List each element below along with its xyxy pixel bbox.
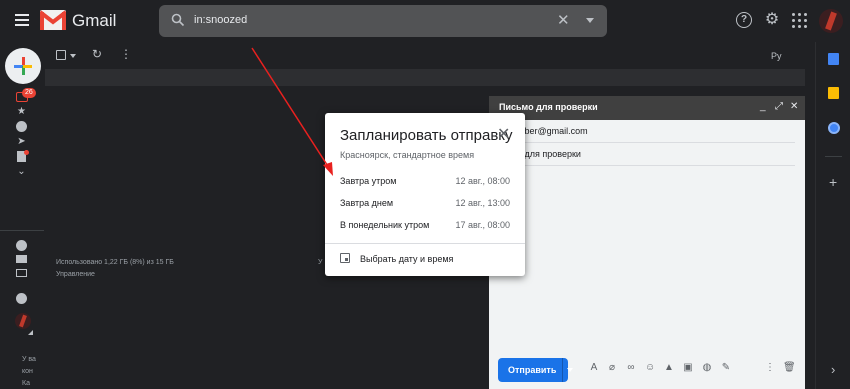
compose-title: Письмо для проверки [499, 102, 598, 112]
schedule-option[interactable]: Завтра утром 12 авг., 08:00 [325, 170, 525, 192]
add-addon-icon[interactable]: + [829, 174, 837, 190]
snoozed-icon[interactable] [16, 121, 27, 132]
emoji-icon[interactable]: ☺ [645, 363, 655, 373]
hangouts-icon[interactable] [16, 240, 27, 251]
refresh-icon[interactable]: ↻ [92, 47, 102, 61]
chevron-right-icon[interactable]: › [831, 362, 835, 377]
main-menu-button[interactable] [12, 11, 32, 31]
close-icon[interactable]: ✕ [790, 101, 798, 112]
compose-button[interactable] [5, 48, 41, 84]
more-options-icon[interactable]: ⋮ [765, 363, 775, 373]
compose-window: Письмо для проверки _ ⤢ ✕ ...ber@gmail.c… [489, 96, 805, 389]
schedule-send-dropdown-icon[interactable] [567, 368, 573, 372]
tasks-icon[interactable] [828, 122, 840, 134]
dialog-divider [325, 243, 525, 244]
photo-icon[interactable]: ▣ [683, 363, 693, 373]
sent-icon[interactable]: ➤ [16, 136, 27, 147]
help-icon[interactable]: ? [736, 12, 752, 28]
signature-icon[interactable]: ✎ [721, 363, 731, 373]
select-dropdown-icon[interactable] [70, 54, 76, 58]
gmail-logo-icon [40, 10, 66, 30]
account-avatar[interactable] [819, 9, 843, 33]
storage-usage: Использовано 1,22 ГБ (8%) из 15 ГБ [56, 259, 174, 266]
clear-search-icon[interactable]: ✕ [557, 11, 570, 29]
timezone-label: Красноярск, стандартное время [340, 150, 475, 160]
search-bar[interactable]: in:snoozed ✕ [159, 5, 607, 37]
field-divider [499, 142, 795, 143]
schedule-option-label: Завтра утром [340, 176, 397, 186]
confidential-icon[interactable]: ◍ [702, 363, 712, 373]
minimize-icon[interactable]: _ [760, 101, 766, 112]
footer-fragment: У [318, 259, 323, 266]
dialog-title: Запланировать отправку [340, 127, 513, 144]
apps-grid-icon[interactable] [791, 12, 807, 28]
send-button-label: Отправить [508, 365, 557, 375]
send-button[interactable]: Отправить [498, 358, 573, 382]
subject-field[interactable]: о для проверки [517, 149, 581, 159]
select-all-checkbox[interactable] [56, 50, 66, 60]
input-language-button[interactable]: Ру [771, 51, 782, 61]
attach-icon[interactable]: ⌀ [607, 363, 617, 373]
field-divider [499, 165, 795, 166]
mail-list-header [45, 69, 805, 86]
schedule-option-label: Завтра днем [340, 198, 394, 208]
discard-icon[interactable]: 🗑 [783, 363, 796, 373]
keyboard-icon[interactable] [16, 269, 27, 277]
presence-triangle-icon [28, 330, 33, 335]
chevron-down-icon[interactable]: ⌄ [16, 166, 27, 177]
side-panel-divider [825, 156, 842, 157]
schedule-send-dialog: Запланировать отправку ✕ Красноярск, ста… [325, 113, 525, 276]
pick-date-time-option[interactable]: Выбрать дату и время [325, 247, 525, 269]
search-input[interactable]: in:snoozed [194, 14, 247, 26]
inbox-count-badge: 26 [22, 88, 36, 98]
chat-icon[interactable] [16, 293, 27, 304]
recipient-field[interactable]: ...ber@gmail.com [517, 126, 588, 136]
video-icon[interactable] [16, 255, 27, 263]
manage-storage-link[interactable]: Управление [56, 271, 95, 278]
compose-toolbar: Отправить A ⌀ ∞ ☺ ▲ ▣ ◍ ✎ ⋮ 🗑 [489, 356, 805, 389]
close-icon[interactable]: ✕ [497, 124, 510, 144]
drafts-dot-icon [24, 150, 29, 155]
calendar-icon[interactable] [828, 53, 839, 65]
drive-icon[interactable]: ▲ [664, 363, 674, 373]
schedule-option-time: 17 авг., 08:00 [455, 220, 510, 230]
keep-icon[interactable] [828, 87, 839, 99]
fullscreen-icon[interactable]: ⤢ [775, 101, 783, 112]
rail-text-line: У ва [22, 356, 36, 363]
schedule-option-time: 12 авг., 13:00 [455, 198, 510, 208]
formatting-icon[interactable]: A [589, 363, 599, 373]
schedule-option[interactable]: В понедельник утром 17 авг., 08:00 [325, 214, 525, 236]
side-panel: + › [815, 42, 850, 389]
app-title: Gmail [72, 11, 117, 30]
rail-divider [0, 230, 44, 231]
rail-text-line: Ка [22, 380, 30, 387]
starred-icon[interactable]: ★ [16, 106, 27, 117]
more-options-icon[interactable]: ⋮ [120, 47, 132, 61]
schedule-option-time: 12 авг., 08:00 [455, 176, 510, 186]
schedule-option[interactable]: Завтра днем 12 авг., 13:00 [325, 192, 525, 214]
link-icon[interactable]: ∞ [626, 363, 636, 373]
send-divider [562, 358, 563, 382]
rail-text-line: кон [22, 368, 33, 375]
top-bar: Gmail in:snoozed ✕ ? ⚙ [0, 0, 850, 42]
chat-user-avatar[interactable] [15, 313, 31, 329]
compose-header[interactable]: Письмо для проверки _ ⤢ ✕ [489, 96, 805, 120]
pick-date-time-label: Выбрать дату и время [360, 254, 454, 264]
search-icon[interactable] [171, 13, 185, 27]
gear-icon[interactable]: ⚙ [764, 12, 780, 28]
search-options-icon[interactable] [586, 18, 594, 23]
calendar-icon [340, 253, 350, 263]
schedule-option-label: В понедельник утром [340, 220, 430, 230]
